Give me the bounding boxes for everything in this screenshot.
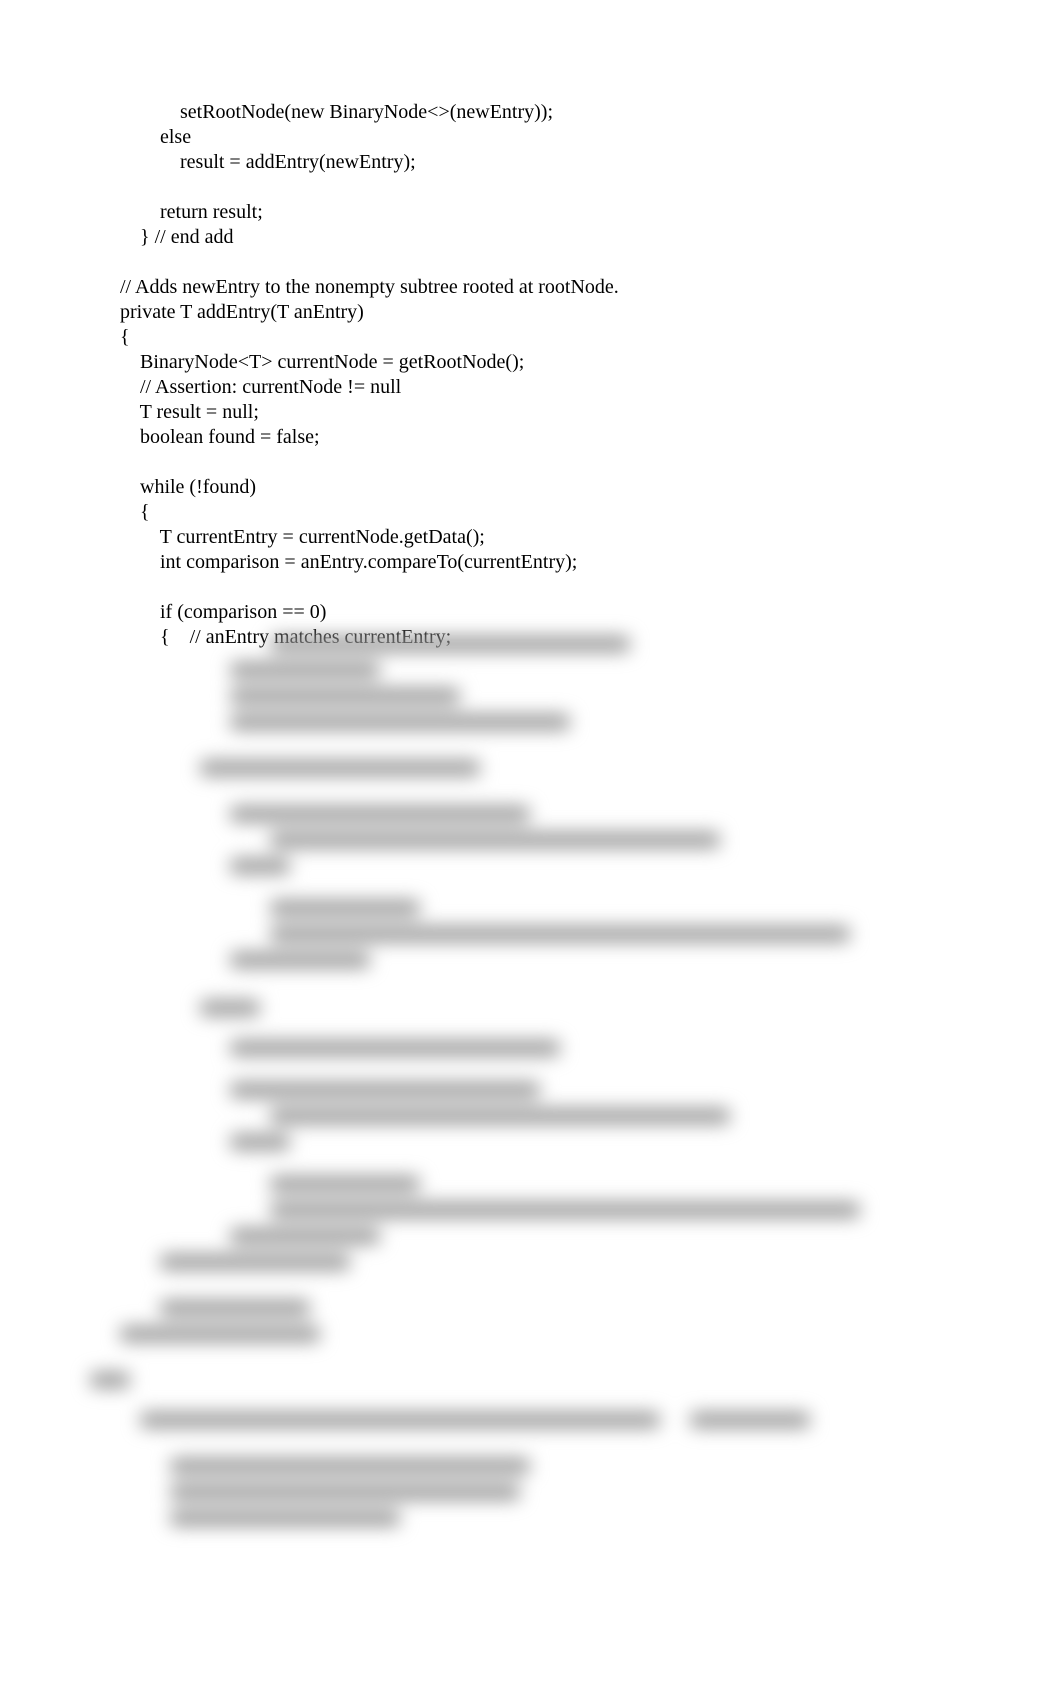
blurred-line <box>230 688 460 704</box>
blurred-line <box>270 900 420 916</box>
blurred-line <box>160 1254 350 1270</box>
blurred-line <box>120 1326 320 1342</box>
blurred-line <box>160 1300 310 1316</box>
blurred-line <box>270 1176 420 1192</box>
blurred-line <box>230 806 530 822</box>
blurred-line <box>270 636 630 652</box>
blurred-content <box>0 0 1062 1691</box>
blurred-line <box>270 1108 730 1124</box>
blurred-line <box>90 1372 130 1388</box>
blurred-line <box>230 1228 380 1244</box>
blurred-line <box>270 926 850 942</box>
blurred-line <box>230 662 380 678</box>
blurred-line <box>230 858 290 874</box>
blurred-line <box>140 1412 660 1428</box>
blurred-line <box>270 1202 860 1218</box>
blurred-line <box>270 832 720 848</box>
blurred-line <box>230 714 570 730</box>
blurred-line <box>690 1412 810 1428</box>
blurred-line <box>230 1040 560 1056</box>
blurred-line <box>200 760 480 776</box>
blurred-line <box>230 1134 290 1150</box>
blurred-line <box>170 1458 530 1474</box>
blurred-line <box>230 1082 540 1098</box>
blurred-line <box>200 1000 260 1016</box>
blurred-line <box>170 1510 400 1526</box>
blurred-line <box>170 1484 520 1500</box>
blurred-line <box>230 952 370 968</box>
